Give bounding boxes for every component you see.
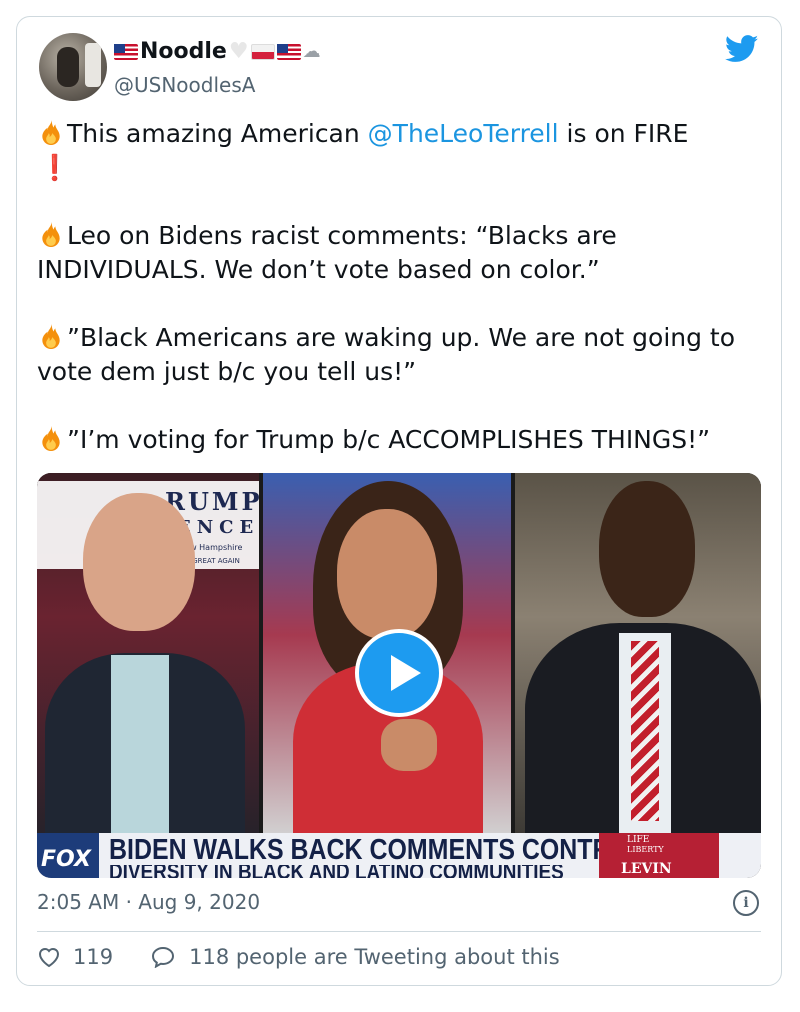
poland-flag-icon (250, 43, 275, 60)
news-chyron: FOX BIDEN WALKS BACK COMMENTS CONTRASTIN… (37, 833, 761, 878)
info-icon[interactable]: i (733, 890, 759, 916)
chyron-subheadline: DIVERSITY IN BLACK AND LATINO COMMUNITIE… (109, 865, 564, 878)
author-handle[interactable]: @USNoodlesA (114, 73, 255, 97)
show-bug-text: LIBERTY (627, 845, 664, 854)
white-heart-icon: ♥ (228, 38, 249, 64)
tweet-text-segment: ”Black Americans are waking up. We are n… (37, 323, 736, 386)
tweet-card: Noodle ♥ ☁ @USNoodlesA This amazing Amer… (16, 16, 782, 986)
channel-logo-text: FOX (41, 847, 91, 872)
person-tie (631, 641, 659, 821)
person-head (337, 509, 437, 639)
timestamp-separator: · (119, 890, 139, 914)
us-flag-icon (114, 43, 138, 60)
fire-icon (42, 324, 60, 349)
timestamp-date: Aug 9, 2020 (138, 890, 261, 914)
play-icon[interactable] (355, 629, 443, 717)
speech-bubble-icon[interactable] (151, 946, 175, 968)
us-flag-icon (276, 43, 301, 60)
tweet-paragraph-1: This amazing American @TheLeoTerrell is … (37, 117, 767, 185)
twitter-bird-icon[interactable] (725, 35, 759, 63)
tweet-actions: 119 118 people are Tweeting about this (37, 945, 560, 969)
person-hand (381, 719, 437, 771)
fire-icon (42, 426, 60, 451)
tweet-text: This amazing American @TheLeoTerrell is … (37, 117, 767, 457)
divider (37, 931, 761, 932)
chyron-subheadline-clip: DIVERSITY IN BLACK AND LATINO COMMUNITIE… (109, 865, 589, 878)
avatar-background (85, 43, 101, 87)
person-head (83, 493, 195, 631)
video-panel-right (515, 473, 761, 833)
timestamp-time: 2:05 AM (37, 890, 120, 914)
tweet-text-segment: is on FIRE (558, 119, 689, 148)
mention-link[interactable]: @TheLeoTerrell (368, 119, 559, 148)
avatar[interactable] (39, 33, 107, 101)
person-head (599, 481, 695, 617)
heart-icon[interactable] (37, 946, 61, 968)
tweet-paragraph-3: ”Black Americans are waking up. We are n… (37, 321, 767, 389)
video-panel-left: RUMP ENCE n, New Hampshire ERICA GREAT A… (37, 473, 259, 833)
avatar-figure (57, 47, 79, 87)
exclamation-emoji: ❗ (39, 153, 71, 182)
storm-cloud-icon: ☁ (302, 41, 321, 62)
tweet-text-segment: This amazing American (67, 119, 368, 148)
like-count[interactable]: 119 (73, 945, 113, 969)
tweet-text-segment: ”I’m voting for Trump b/c ACCOMPLISHES T… (67, 425, 711, 454)
video-thumbnail[interactable]: RUMP ENCE n, New Hampshire ERICA GREAT A… (37, 473, 761, 878)
author-name-row[interactable]: Noodle ♥ ☁ (114, 39, 321, 64)
person-shirt (111, 655, 169, 833)
fire-icon (42, 120, 60, 145)
tweet-paragraph-2: Leo on Bidens racist comments: “Blacks a… (37, 219, 767, 287)
show-bug-text: LIFE (627, 835, 650, 845)
channel-logo: FOX (37, 833, 99, 878)
fire-icon (42, 222, 60, 247)
tweeting-about-link[interactable]: 118 people are Tweeting about this (189, 945, 560, 969)
show-bug: LIFE LIBERTY LEVIN (599, 833, 719, 878)
tweet-paragraph-4: ”I’m voting for Trump b/c ACCOMPLISHES T… (37, 423, 767, 457)
tweet-timestamp[interactable]: 2:05 AM · Aug 9, 2020 (37, 890, 260, 914)
show-bug-text: LEVIN (621, 861, 672, 877)
display-name[interactable]: Noodle (140, 39, 227, 64)
tweet-text-segment: Leo on Bidens racist comments: “Blacks a… (37, 221, 617, 284)
